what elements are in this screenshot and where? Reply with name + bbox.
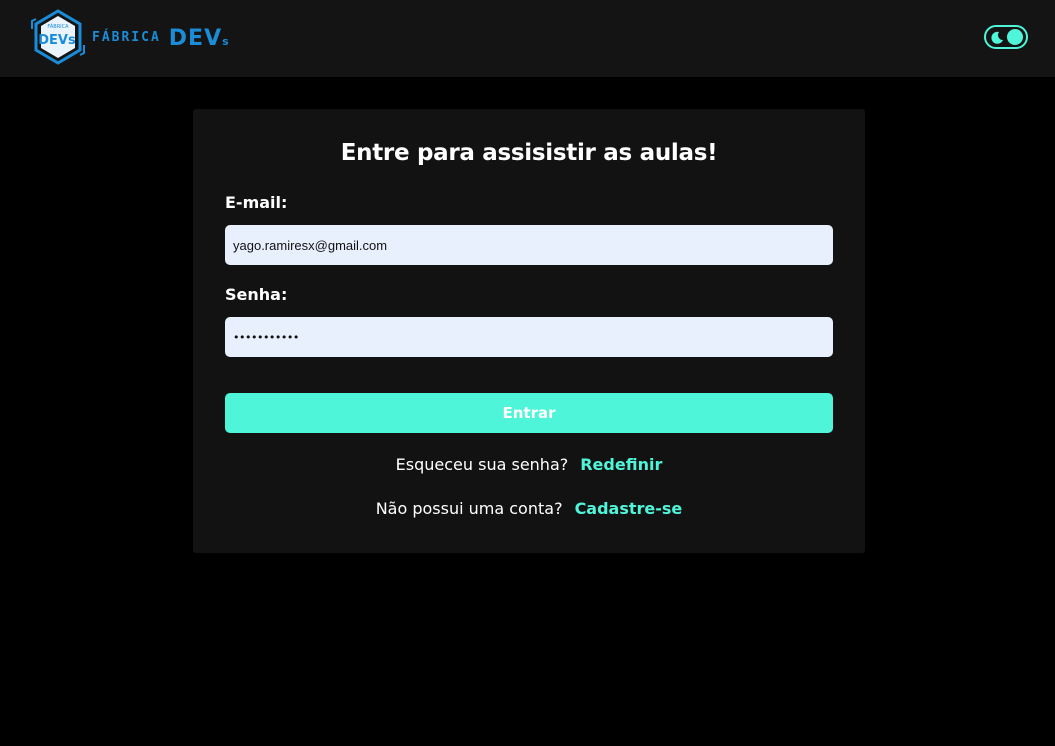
logo-wordmark: FÁBRICA DEVs (92, 25, 230, 51)
logo-fabrica-text: FÁBRICA (92, 29, 161, 45)
login-button[interactable]: Entrar (225, 393, 833, 433)
page-title: Entre para assisistir as aulas! (340, 140, 718, 166)
login-card: Entre para assisistir as aulas! E-mail: … (193, 109, 865, 553)
logo-devs-text: DEVs (169, 26, 230, 51)
logo-devs-suffix: s (222, 34, 230, 48)
top-bar: FÁBRICA DEVs FÁBRICA DEVs (0, 0, 1055, 77)
forgot-password-prompt: Esqueceu sua senha? (395, 455, 569, 474)
logo-devs-main: DEV (168, 25, 223, 51)
theme-toggle[interactable] (984, 25, 1028, 49)
signup-link[interactable]: Cadastre-se (575, 499, 683, 518)
password-field[interactable] (225, 317, 833, 357)
fabrica-devs-logo[interactable]: FÁBRICA DEVs FÁBRICA DEVs (30, 9, 230, 65)
reset-password-link[interactable]: Redefinir (580, 455, 662, 474)
toggle-knob (1007, 29, 1023, 45)
logo-badge-top-text: FÁBRICA (47, 23, 69, 30)
logo-badge-text: DEVs (38, 33, 76, 48)
password-label: Senha: (225, 285, 288, 304)
logo-badge-icon: FÁBRICA DEVs (30, 9, 86, 65)
forgot-password-row: Esqueceu sua senha? Redefinir (193, 455, 865, 474)
signup-row: Não possui uma conta? Cadastre-se (193, 499, 865, 518)
email-label: E-mail: (225, 193, 288, 212)
email-field[interactable] (225, 225, 833, 265)
signup-prompt: Não possui uma conta? (375, 499, 563, 518)
moon-icon (990, 30, 1004, 44)
